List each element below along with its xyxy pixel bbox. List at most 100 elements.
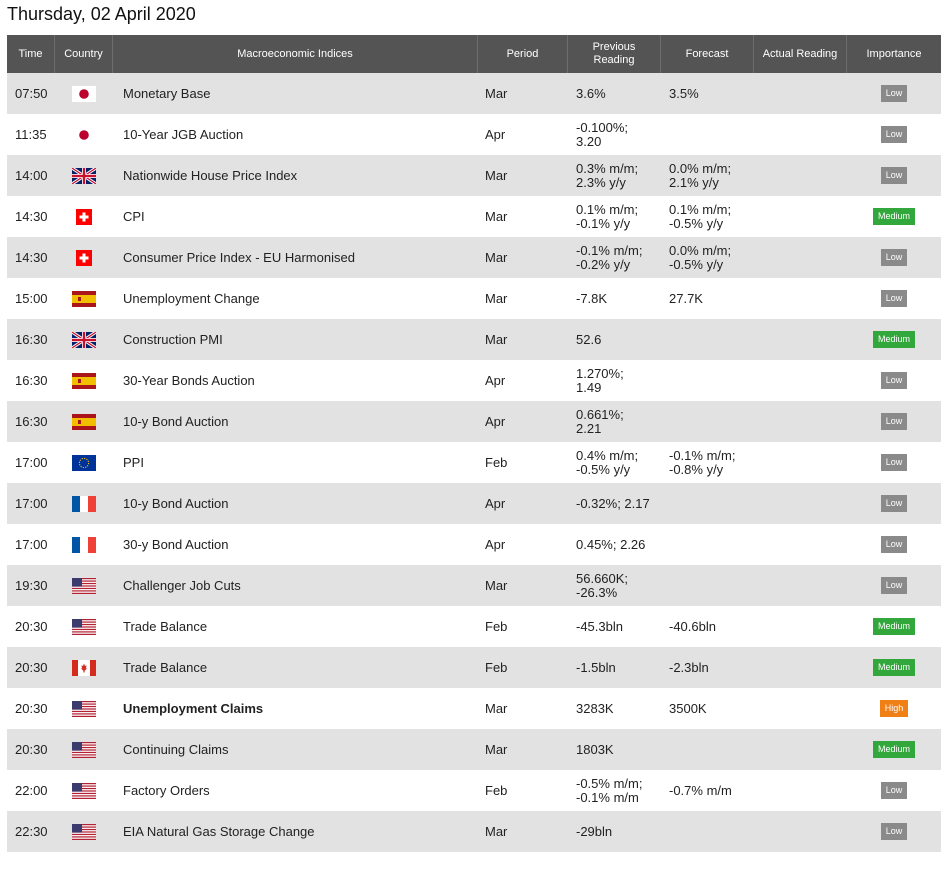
- time-cell: 07:50: [7, 73, 55, 114]
- indicator-name[interactable]: Consumer Price Index - EU Harmonised: [113, 237, 478, 278]
- actual-cell: [754, 196, 847, 237]
- previous-line-1: -0.5% m/m;: [576, 775, 643, 791]
- forecast-line-1: 3500K: [669, 700, 707, 716]
- period-cell: Apr: [478, 483, 568, 524]
- importance-badge: Medium: [872, 331, 915, 348]
- country-cell: [55, 196, 113, 237]
- country-cell: [55, 319, 113, 360]
- previous-line-2: 3.20: [576, 133, 602, 149]
- period-cell: Mar: [478, 278, 568, 319]
- indicator-name[interactable]: CPI: [113, 196, 478, 237]
- importance-cell: Low: [847, 237, 941, 278]
- importance-cell: Low: [847, 483, 941, 524]
- forecast-cell: -0.1% m/m; -0.8% y/y: [661, 442, 754, 483]
- actual-cell: [754, 688, 847, 729]
- spain-flag-icon: [72, 372, 96, 389]
- indicator-name[interactable]: 10-y Bond Auction: [113, 483, 478, 524]
- importance-cell: Low: [847, 565, 941, 606]
- time-cell: 11:35: [7, 114, 55, 155]
- period-cell: Mar: [478, 565, 568, 606]
- indicator-name[interactable]: Unemployment Change: [113, 278, 478, 319]
- indicator-name[interactable]: Construction PMI: [113, 319, 478, 360]
- country-cell: [55, 237, 113, 278]
- forecast-cell: [661, 811, 754, 852]
- importance-badge: High: [879, 700, 909, 717]
- importance-badge: Low: [880, 126, 908, 143]
- actual-cell: [754, 483, 847, 524]
- importance-badge: Medium: [872, 659, 915, 676]
- indicator-name[interactable]: PPI: [113, 442, 478, 483]
- usa-flag-icon: [72, 823, 96, 840]
- time-cell: 22:30: [7, 811, 55, 852]
- indicator-name[interactable]: Monetary Base: [113, 73, 478, 114]
- table-row: 20:30 Continuing Claims Mar 1803K Medium: [7, 729, 941, 770]
- actual-cell: [754, 401, 847, 442]
- country-cell: [55, 155, 113, 196]
- forecast-cell: -2.3bln: [661, 647, 754, 688]
- indicator-name[interactable]: EIA Natural Gas Storage Change: [113, 811, 478, 852]
- period-cell: Feb: [478, 606, 568, 647]
- header-period: Period: [478, 35, 568, 73]
- header-actual: Actual Reading: [754, 35, 847, 73]
- table-row: 14:30 CPI Mar 0.1% m/m; -0.1% y/y 0.1% m/m; -0…: [7, 196, 941, 237]
- previous-line-1: 0.45%; 2.26: [576, 536, 646, 552]
- previous-line-1: -45.3bln: [576, 618, 623, 634]
- country-cell: [55, 360, 113, 401]
- country-cell: [55, 401, 113, 442]
- previous-line-1: 52.6: [576, 331, 602, 347]
- importance-badge: Low: [880, 167, 908, 184]
- indicator-name[interactable]: Continuing Claims: [113, 729, 478, 770]
- importance-cell: Low: [847, 811, 941, 852]
- eu-flag-icon: [72, 454, 96, 471]
- previous-cell: -45.3bln: [568, 606, 661, 647]
- table-row: 20:30 Trade Balance Feb -1.5bln -2.3bln Mediu…: [7, 647, 941, 688]
- table-row: 22:30 EIA Natural Gas Storage Change Mar -2…: [7, 811, 941, 852]
- actual-cell: [754, 606, 847, 647]
- indicator-name[interactable]: 30-y Bond Auction: [113, 524, 478, 565]
- actual-cell: [754, 319, 847, 360]
- forecast-cell: [661, 524, 754, 565]
- previous-cell: -29bln: [568, 811, 661, 852]
- table-row: 17:00 PPI Feb 0.4% m/m; -0.5% y/y -0.1% m/m; -…: [7, 442, 941, 483]
- country-cell: [55, 114, 113, 155]
- indicator-name[interactable]: 10-y Bond Auction: [113, 401, 478, 442]
- indicator-name[interactable]: Unemployment Claims: [113, 688, 478, 729]
- indicator-name[interactable]: Nationwide House Price Index: [113, 155, 478, 196]
- previous-line-2: 2.21: [576, 420, 602, 436]
- period-cell: Apr: [478, 360, 568, 401]
- importance-cell: Medium: [847, 606, 941, 647]
- forecast-cell: [661, 401, 754, 442]
- indicator-name[interactable]: Challenger Job Cuts: [113, 565, 478, 606]
- economic-calendar-table: Time Country Macroeconomic Indices Perio…: [7, 35, 941, 852]
- period-cell: Mar: [478, 729, 568, 770]
- indicator-name[interactable]: Trade Balance: [113, 606, 478, 647]
- importance-badge: Medium: [872, 208, 915, 225]
- table-header-row: Time Country Macroeconomic Indices Perio…: [7, 35, 941, 73]
- period-cell: Mar: [478, 319, 568, 360]
- forecast-line-1: 3.5%: [669, 85, 699, 101]
- actual-cell: [754, 729, 847, 770]
- indicator-name[interactable]: 10-Year JGB Auction: [113, 114, 478, 155]
- previous-cell: -1.5bln: [568, 647, 661, 688]
- indicator-name[interactable]: Factory Orders: [113, 770, 478, 811]
- country-cell: [55, 278, 113, 319]
- forecast-cell: 0.0% m/m; -0.5% y/y: [661, 237, 754, 278]
- previous-cell: 52.6: [568, 319, 661, 360]
- indicator-name[interactable]: Trade Balance: [113, 647, 478, 688]
- table-row: 20:30 Trade Balance Feb -45.3bln -40.6bln Med…: [7, 606, 941, 647]
- time-cell: 20:30: [7, 606, 55, 647]
- previous-line-1: -1.5bln: [576, 659, 616, 675]
- forecast-line-1: -40.6bln: [669, 618, 716, 634]
- usa-flag-icon: [72, 577, 96, 594]
- importance-cell: High: [847, 688, 941, 729]
- indicator-name[interactable]: 30-Year Bonds Auction: [113, 360, 478, 401]
- table-row: 16:30 10-y Bond Auction Apr 0.661%; 2.21 Low: [7, 401, 941, 442]
- header-importance: Importance: [847, 35, 941, 73]
- importance-badge: Low: [880, 495, 908, 512]
- importance-badge: Low: [880, 372, 908, 389]
- importance-cell: Medium: [847, 729, 941, 770]
- actual-cell: [754, 647, 847, 688]
- country-cell: [55, 770, 113, 811]
- period-cell: Feb: [478, 442, 568, 483]
- importance-cell: Low: [847, 770, 941, 811]
